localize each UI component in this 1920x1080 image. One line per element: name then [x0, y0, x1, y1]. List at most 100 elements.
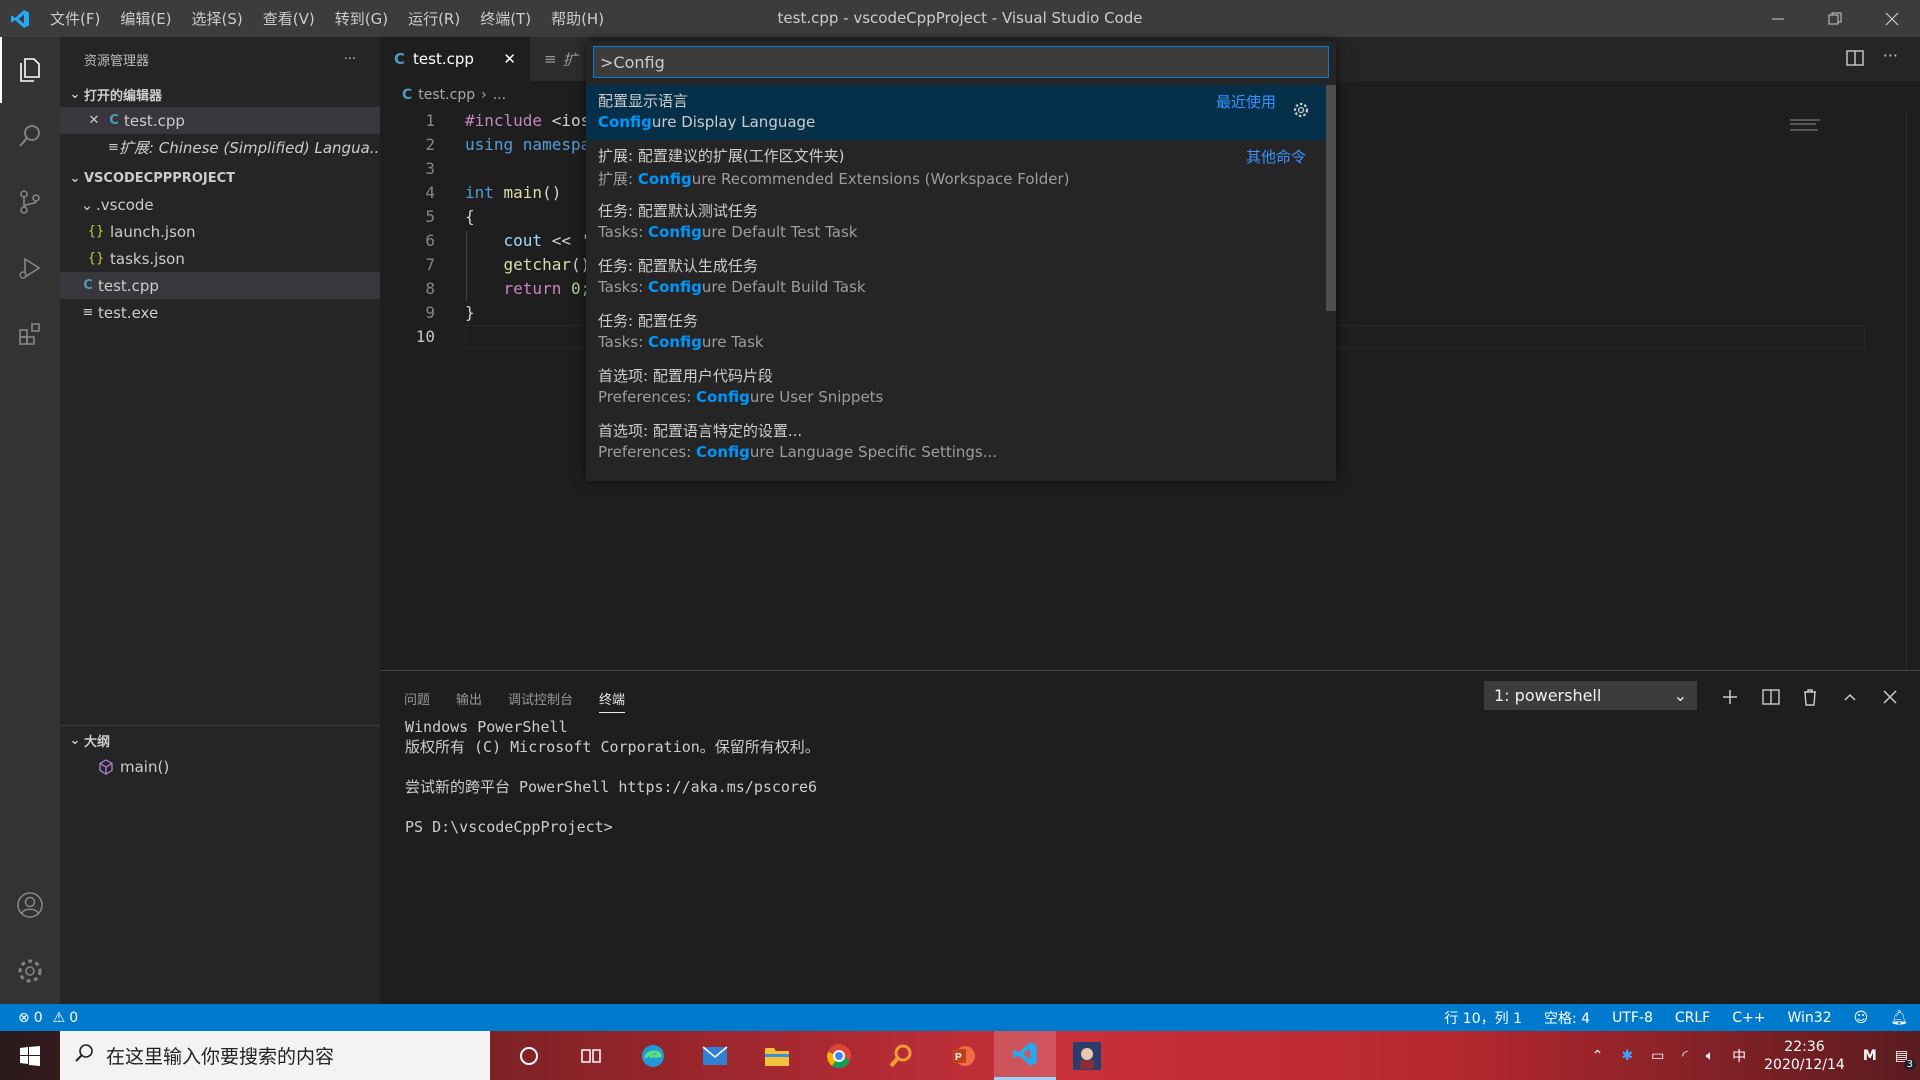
language-mode[interactable]: C++	[1732, 1010, 1765, 1026]
taskbar-search[interactable]: 在这里输入你要搜索的内容	[60, 1031, 490, 1080]
tab-problems[interactable]: 问题	[404, 689, 430, 713]
command-list: 配置显示语言 Configure Display Language 最近使用 扩…	[586, 85, 1328, 470]
indentation[interactable]: 空格: 4	[1544, 1008, 1590, 1028]
ime-indicator[interactable]: 中	[1732, 1046, 1746, 1066]
maximize-panel-icon[interactable]	[1838, 685, 1862, 709]
outline-section[interactable]: ⌄ 大纲	[60, 727, 110, 753]
line-ending[interactable]: CRLF	[1675, 1010, 1710, 1026]
cpp-file-icon: C	[394, 50, 406, 68]
powerpoint-icon[interactable]: P	[932, 1031, 994, 1080]
breadcrumb-file[interactable]: test.cpp	[418, 87, 475, 103]
svg-text:P: P	[955, 1052, 962, 1063]
tree-file-testcpp[interactable]: C test.cpp	[60, 272, 380, 299]
clock[interactable]: 22:36 2020/12/14	[1764, 1038, 1845, 1074]
run-debug-icon[interactable]	[0, 235, 60, 301]
app-thumbnail-icon[interactable]	[1056, 1031, 1118, 1080]
chevron-up-icon[interactable]: ⌃	[1592, 1048, 1604, 1064]
search-icon[interactable]	[0, 103, 60, 169]
vscode-logo-icon	[0, 0, 40, 37]
tab-debug-console[interactable]: 调试控制台	[508, 689, 573, 713]
gear-icon[interactable]	[0, 938, 60, 1004]
palette-scrollbar[interactable]	[1326, 85, 1336, 311]
tab-terminal[interactable]: 终端	[599, 689, 626, 713]
more-actions-icon[interactable]: ···	[1883, 46, 1898, 65]
tree-folder-vscode[interactable]: ⌄ .vscode	[60, 191, 380, 218]
menu-run[interactable]: 运行(R)	[398, 8, 470, 29]
open-editor-item[interactable]: ≡ 扩展: Chinese (Simplified) Langua...	[60, 134, 380, 161]
extensions-icon[interactable]	[0, 301, 60, 367]
command-item[interactable]: 任务: 配置任务 Tasks: Configure Task	[586, 305, 1328, 360]
menu-view[interactable]: 查看(V)	[253, 8, 325, 29]
cortana-icon[interactable]	[498, 1031, 560, 1080]
code-line: int main()	[465, 183, 562, 202]
start-button[interactable]	[0, 1031, 60, 1080]
cursor-position[interactable]: 行 10，列 1	[1444, 1008, 1522, 1028]
notification-icon[interactable]: ▤ 3	[1895, 1048, 1916, 1070]
search-tool-icon[interactable]	[870, 1031, 932, 1080]
error-icon: ⊗	[18, 1009, 30, 1026]
source-control-icon[interactable]	[0, 169, 60, 235]
close-icon[interactable]: ✕	[503, 50, 516, 68]
open-editor-item[interactable]: ✕ C test.cpp	[60, 107, 380, 134]
volume-icon[interactable]: 🔈︎	[1706, 1048, 1714, 1064]
close-window-button[interactable]	[1863, 0, 1920, 37]
input-method-icon[interactable]: M	[1863, 1048, 1877, 1064]
tab-test-cpp[interactable]: C test.cpp ✕	[380, 37, 530, 81]
split-terminal-icon[interactable]	[1759, 685, 1783, 709]
tree-file-launch[interactable]: {} launch.json	[60, 218, 380, 245]
tab-output[interactable]: 输出	[456, 689, 482, 713]
close-icon[interactable]: ✕	[84, 113, 104, 128]
tab-extension[interactable]: ≡ 扩	[530, 37, 590, 81]
errors-indicator[interactable]: ⊗ 0 ⚠ 0	[18, 1010, 78, 1026]
tree-file-tasks[interactable]: {} tasks.json	[60, 245, 380, 272]
terminal-output[interactable]: Windows PowerShell 版权所有 (C) Microsoft Cor…	[405, 717, 820, 837]
chevron-down-icon: ⌄	[69, 86, 81, 102]
wifi-icon[interactable]: ◜	[1682, 1048, 1687, 1064]
file-explorer-icon[interactable]	[746, 1031, 808, 1080]
chrome-icon[interactable]	[808, 1031, 870, 1080]
restore-button[interactable]	[1806, 0, 1863, 37]
menu-go[interactable]: 转到(G)	[325, 8, 398, 29]
command-item[interactable]: 任务: 配置默认生成任务 Tasks: Configure Default Bu…	[586, 250, 1328, 305]
command-item[interactable]: 首选项: 配置用户代码片段 Preferences: Configure Use…	[586, 360, 1328, 415]
breadcrumb-symbol[interactable]: ...	[493, 87, 506, 103]
scrollbar[interactable]	[1906, 109, 1920, 670]
command-item[interactable]: 首选项: 配置语言特定的设置... Preferences: Configure…	[586, 415, 1328, 470]
menu-selection[interactable]: 选择(S)	[182, 8, 253, 29]
minimize-button[interactable]	[1749, 0, 1806, 37]
task-view-icon[interactable]	[560, 1031, 622, 1080]
command-item[interactable]: 扩展: 配置建议的扩展(工作区文件夹) 扩展: Configure Recomm…	[586, 140, 1328, 195]
file-icon: ≡	[82, 305, 94, 320]
edge-icon[interactable]	[622, 1031, 684, 1080]
line-number: 2	[425, 135, 435, 154]
bell-icon[interactable]: 🔔︎	[1890, 1010, 1908, 1026]
menu-terminal[interactable]: 终端(T)	[470, 8, 541, 29]
mail-icon[interactable]	[684, 1031, 746, 1080]
encoding[interactable]: UTF-8	[1612, 1010, 1653, 1026]
explorer-icon[interactable]	[0, 37, 60, 103]
command-item[interactable]: 配置显示语言 Configure Display Language 最近使用	[586, 85, 1328, 140]
split-editor-icon[interactable]	[1846, 49, 1864, 71]
feedback-icon[interactable]: ☺	[1854, 1010, 1869, 1026]
outline-item[interactable]: main()	[60, 753, 169, 780]
menu-help[interactable]: 帮助(H)	[541, 8, 614, 29]
vscode-taskbar-icon[interactable]	[994, 1031, 1056, 1080]
close-panel-icon[interactable]	[1878, 685, 1902, 709]
new-terminal-icon[interactable]	[1718, 685, 1742, 709]
menu-file[interactable]: 文件(F)	[40, 8, 110, 29]
json-file-icon: {}	[87, 224, 105, 239]
tree-file-testexe[interactable]: ≡ test.exe	[60, 299, 380, 326]
menu-edit[interactable]: 编辑(E)	[110, 8, 181, 29]
project-section[interactable]: ⌄ VSCODECPPPROJECT	[60, 165, 380, 191]
trash-icon[interactable]	[1798, 685, 1822, 709]
platform[interactable]: Win32	[1787, 1010, 1831, 1026]
command-palette-input[interactable]: >Config	[593, 46, 1329, 78]
terminal-select[interactable]: 1: powershell ⌄	[1484, 681, 1697, 710]
gear-icon[interactable]	[1292, 101, 1310, 123]
more-actions-icon[interactable]: ···	[344, 52, 356, 67]
command-item[interactable]: 任务: 配置默认测试任务 Tasks: Configure Default Te…	[586, 195, 1328, 250]
account-icon[interactable]	[0, 872, 60, 938]
battery-icon[interactable]: ▭	[1651, 1048, 1664, 1064]
bluetooth-icon[interactable]: ✱	[1621, 1048, 1633, 1064]
open-editors-section[interactable]: ⌄ 打开的编辑器	[60, 81, 380, 107]
